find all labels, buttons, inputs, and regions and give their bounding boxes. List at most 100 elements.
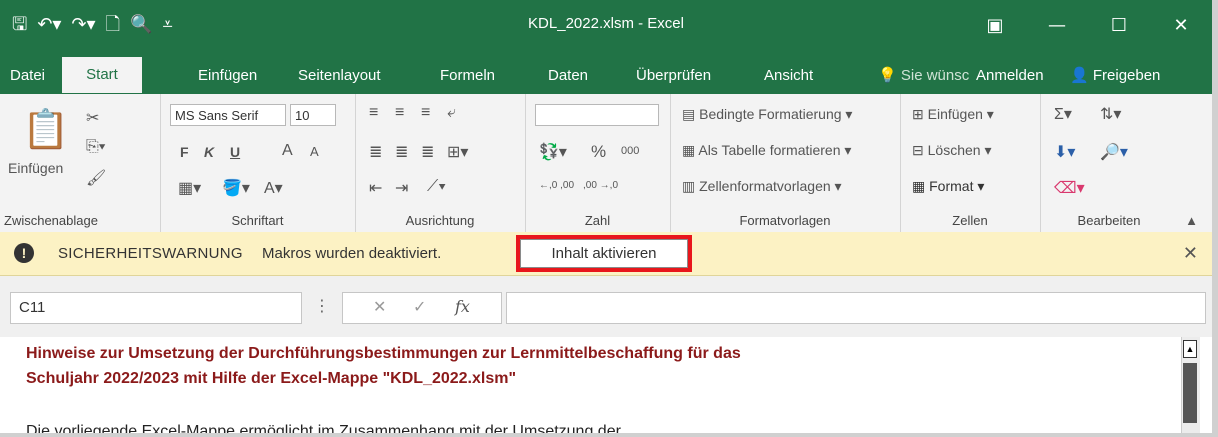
warning-icon: ! xyxy=(14,243,34,263)
tab-datei[interactable]: Datei xyxy=(10,58,45,94)
close-icon[interactable]: ✕ xyxy=(1183,243,1198,264)
security-warning-title: SICHERHEITSWARNUNG xyxy=(58,245,243,262)
font-family-select[interactable]: MS Sans Serif xyxy=(170,104,286,126)
italic-button[interactable]: K xyxy=(204,144,214,160)
number-label: Zahl xyxy=(584,213,611,228)
insert-cells-icon: ⊞ xyxy=(912,106,924,122)
window-controls: ▣ — ☐ ✕ xyxy=(964,0,1212,50)
decrease-decimal-button[interactable]: ,00 →,0 xyxy=(583,180,618,191)
align-top-icon[interactable]: ≡ xyxy=(369,104,378,122)
worksheet[interactable]: Hinweise zur Umsetzung der Durchführungs… xyxy=(0,337,1212,433)
align-middle-icon[interactable]: ≡ xyxy=(395,104,404,122)
cells-group: ⊞ Einfügen ▾ ⊟ Löschen ▾ ▦ Format ▾ Zell… xyxy=(900,94,1041,232)
conditional-formatting-icon: ▤ xyxy=(682,106,696,122)
fill-color-icon[interactable]: 🪣▾ xyxy=(222,178,250,198)
intro-paragraph: Die vorliegende Excel-Mappe ermöglicht i… xyxy=(26,423,621,433)
thousands-button[interactable]: 000 xyxy=(621,145,639,157)
align-right-icon[interactable]: ≣ xyxy=(421,142,434,162)
increase-decimal-button[interactable]: ←,0 ,00 xyxy=(539,180,574,191)
orientation-icon[interactable]: ⟋▾ xyxy=(427,178,446,196)
collapse-ribbon-icon[interactable]: ▲ xyxy=(1185,213,1198,228)
cut-icon[interactable]: ✂ xyxy=(86,108,99,128)
tab-ansicht[interactable]: Ansicht xyxy=(764,58,813,94)
font-color-icon[interactable]: A▾ xyxy=(264,178,283,198)
number-format-select[interactable] xyxy=(535,104,659,126)
styles-label: Formatvorlagen xyxy=(739,213,831,228)
editing-group: Σ▾ ⇅▾ ⬇▾ 🔎▾ ⌫▾ Bearbeiten ▲ xyxy=(1040,94,1212,232)
formula-bar: C11 ⋮ ✕ ✓ fx xyxy=(0,276,1212,337)
table-icon: ▦ xyxy=(682,142,696,158)
format-cells-icon: ▦ xyxy=(912,178,926,194)
percent-button[interactable]: % xyxy=(591,142,606,162)
clear-icon[interactable]: ⌫▾ xyxy=(1054,178,1085,198)
excel-window: 🖫 ↶▾ ↷▾ 🗋 🔍 ⩡ KDL_2022.xlsm - Excel ▣ — … xyxy=(0,0,1212,433)
number-group: 💱▾ % 000 ←,0 ,00 ,00 →,0 Zahl xyxy=(525,94,671,232)
shrink-font-button[interactable]: A xyxy=(310,144,319,159)
scroll-thumb[interactable] xyxy=(1183,363,1197,423)
font-group: MS Sans Serif 10 F K U A A ▦▾ 🪣▾ A▾ Schr… xyxy=(160,94,356,232)
sort-filter-icon[interactable]: ⇅▾ xyxy=(1100,104,1121,124)
close-icon[interactable]: ✕ xyxy=(1150,0,1212,50)
security-warning-bar: ! SICHERHEITSWARNUNG Makros wurden deakt… xyxy=(0,232,1212,276)
conditional-formatting-button[interactable]: ▤ Bedingte Formatierung ▾ xyxy=(682,106,852,123)
format-as-table-button[interactable]: ▦ Als Tabelle formatieren ▾ xyxy=(682,142,851,159)
minimize-icon[interactable]: — xyxy=(1026,0,1088,50)
align-left-icon[interactable]: ≣ xyxy=(369,142,382,162)
sign-in-link[interactable]: Anmelden xyxy=(976,58,1044,94)
paste-button[interactable]: Einfügen xyxy=(8,160,63,176)
format-cells-button[interactable]: ▦ Format ▾ xyxy=(912,178,984,195)
insert-function-icon[interactable]: fx xyxy=(455,297,470,316)
more-icon[interactable]: ⋮ xyxy=(314,296,330,315)
formula-buttons: ✕ ✓ fx xyxy=(342,292,502,324)
tab-start[interactable]: Start xyxy=(62,57,142,93)
name-box[interactable]: C11 xyxy=(10,292,302,324)
tab-ueberpruefen[interactable]: Überprüfen xyxy=(636,58,711,94)
cells-label: Zellen xyxy=(952,213,988,228)
copy-icon[interactable]: ⎘▾ xyxy=(86,138,106,156)
alignment-label: Ausrichtung xyxy=(405,213,475,228)
ribbon: 📋 Einfügen ✂ ⎘▾ 🖌 Zwischenablage MS Sans… xyxy=(0,94,1212,232)
share-button[interactable]: 👤 Freigeben xyxy=(1070,58,1160,94)
clipboard-label: Zwischenablage xyxy=(4,213,98,228)
decrease-indent-icon[interactable]: ⇤ xyxy=(369,178,382,198)
enable-content-button[interactable]: Inhalt aktivieren xyxy=(516,235,692,272)
wrap-text-icon[interactable]: ⤶ xyxy=(447,104,456,122)
ribbon-display-icon[interactable]: ▣ xyxy=(964,0,1026,50)
autosum-icon[interactable]: Σ▾ xyxy=(1054,104,1072,124)
insert-cells-button[interactable]: ⊞ Einfügen ▾ xyxy=(912,106,994,123)
scroll-up-icon[interactable]: ▲ xyxy=(1183,340,1197,358)
underline-button[interactable]: U xyxy=(230,144,240,160)
bold-button[interactable]: F xyxy=(180,144,189,160)
format-painter-icon[interactable]: 🖌 xyxy=(86,168,106,188)
vertical-scrollbar[interactable]: ▲ xyxy=(1181,337,1200,433)
font-size-select[interactable]: 10 xyxy=(290,104,336,126)
border-icon[interactable]: ▦▾ xyxy=(178,178,201,198)
styles-group: ▤ Bedingte Formatierung ▾ ▦ Als Tabelle … xyxy=(670,94,901,232)
person-icon: 👤 xyxy=(1070,67,1089,84)
align-center-icon[interactable]: ≣ xyxy=(395,142,408,162)
tab-seitenlayout[interactable]: Seitenlayout xyxy=(298,58,381,94)
find-select-icon[interactable]: 🔎▾ xyxy=(1100,142,1128,162)
tell-me-search[interactable]: 💡 Sie wünsc xyxy=(878,58,969,94)
merge-center-icon[interactable]: ⊞▾ xyxy=(447,142,468,162)
delete-cells-icon: ⊟ xyxy=(912,142,924,158)
tab-einfuegen[interactable]: Einfügen xyxy=(198,58,257,94)
cell-styles-button[interactable]: ▥ Zellenformatvorlagen ▾ xyxy=(682,178,842,195)
currency-icon[interactable]: 💱▾ xyxy=(539,142,567,162)
tab-daten[interactable]: Daten xyxy=(548,58,588,94)
delete-cells-button[interactable]: ⊟ Löschen ▾ xyxy=(912,142,991,159)
fill-icon[interactable]: ⬇▾ xyxy=(1054,142,1075,162)
paste-icon[interactable]: 📋 xyxy=(22,108,69,152)
grow-font-button[interactable]: A xyxy=(282,142,293,160)
tab-formeln[interactable]: Formeln xyxy=(440,58,495,94)
formula-input[interactable] xyxy=(506,292,1206,324)
confirm-icon[interactable]: ✓ xyxy=(413,297,426,316)
alignment-group: ≡ ≡ ≡ ⤶ ≣ ≣ ≣ ⊞▾ ⇤ ⇥ ⟋▾ Ausrichtung xyxy=(355,94,526,232)
clipboard-group: 📋 Einfügen ✂ ⎘▾ 🖌 Zwischenablage xyxy=(0,94,161,232)
cancel-icon[interactable]: ✕ xyxy=(373,297,386,316)
lightbulb-icon: 💡 xyxy=(878,67,897,84)
align-bottom-icon[interactable]: ≡ xyxy=(421,104,430,122)
title-bar: 🖫 ↶▾ ↷▾ 🗋 🔍 ⩡ KDL_2022.xlsm - Excel ▣ — … xyxy=(0,0,1212,50)
maximize-icon[interactable]: ☐ xyxy=(1088,0,1150,50)
increase-indent-icon[interactable]: ⇥ xyxy=(395,178,408,198)
